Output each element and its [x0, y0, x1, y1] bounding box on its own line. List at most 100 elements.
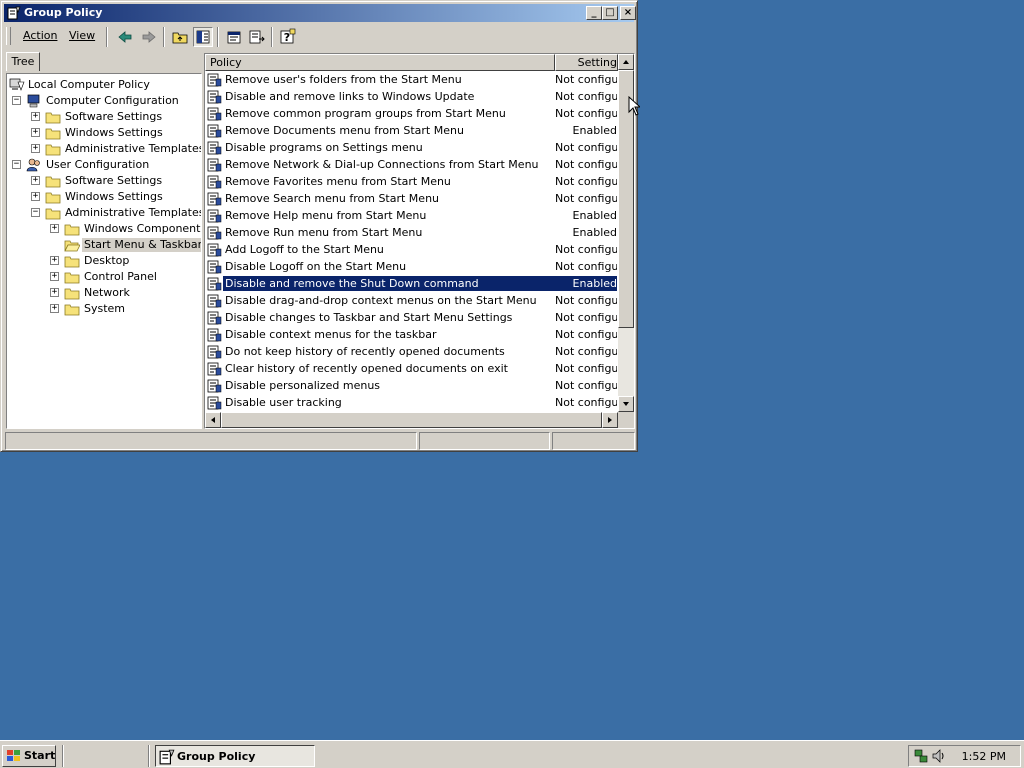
horizontal-scroll-thumb[interactable] [221, 412, 602, 428]
menu-action[interactable]: Action [23, 29, 57, 42]
expand-toggle[interactable]: + [31, 176, 40, 185]
policy-row[interactable]: Disable user tracking Not configured [205, 394, 618, 411]
expand-toggle[interactable]: + [50, 272, 59, 281]
tree-pane: Tree Local Computer Policy − Computer Co… [6, 51, 202, 431]
policy-setting: Not configured [555, 158, 617, 171]
policy-row[interactable]: Disable drag-and-drop context menus on t… [205, 292, 618, 309]
policy-setting-icon [207, 328, 222, 342]
folder-icon [64, 288, 80, 300]
policy-name: Disable user tracking [225, 396, 342, 409]
policy-setting-icon [207, 294, 222, 308]
folder-icon [45, 144, 61, 156]
policy-row[interactable]: Disable Logoff on the Start Menu Not conf… [205, 258, 618, 275]
menu-view-label: View [69, 29, 96, 42]
expand-toggle[interactable]: + [31, 112, 40, 121]
policy-row[interactable]: Clear history of recently opened documen… [205, 360, 618, 377]
expand-toggle[interactable]: + [31, 128, 40, 137]
expand-toggle[interactable]: + [50, 288, 59, 297]
scroll-right-button[interactable] [602, 412, 618, 428]
folder-icon [64, 224, 80, 236]
policy-name: Remove Search menu from Start Menu [225, 192, 440, 205]
windows-logo-icon [7, 750, 20, 761]
policy-row[interactable]: Disable programs on Settings menu Not con… [205, 139, 618, 156]
tab-tree[interactable]: Tree [6, 52, 40, 71]
scroll-down-button[interactable] [618, 396, 634, 412]
policy-row[interactable]: Do not keep history of recently opened d… [205, 343, 618, 360]
policy-setting-icon [207, 209, 222, 223]
volume-icon[interactable] [931, 748, 947, 764]
taskbar-button-group-policy[interactable]: Group Policy [155, 745, 315, 767]
expand-toggle[interactable]: + [31, 144, 40, 153]
menu-grip [6, 27, 11, 45]
status-panel [419, 432, 550, 450]
maximize-button[interactable]: □ [602, 6, 618, 20]
taskbar-separator [148, 745, 150, 767]
collapse-toggle[interactable]: − [12, 160, 21, 169]
policy-row[interactable]: Remove Favorites menu from Start Menu Not… [205, 173, 618, 190]
policy-setting-icon [207, 90, 222, 104]
policy-row[interactable]: Disable changes to Taskbar and Start Men… [205, 309, 618, 326]
policy-name: Clear history of recently opened documen… [225, 362, 508, 375]
policy-row[interactable]: Remove common program groups from Start … [205, 105, 618, 122]
network-icon[interactable] [913, 748, 929, 764]
expand-toggle[interactable]: + [31, 192, 40, 201]
expand-toggle[interactable]: + [50, 224, 59, 233]
policy-row[interactable]: Remove Network & Dial-up Connections fro… [205, 156, 618, 173]
arrow-right-icon [608, 417, 612, 423]
tree-view[interactable]: Local Computer Policy − Computer Configu… [6, 73, 202, 429]
back-arrow-icon[interactable] [115, 27, 135, 47]
menu-view[interactable]: View [69, 29, 95, 42]
policy-setting: Not configured [555, 192, 617, 205]
properties-icon[interactable] [224, 27, 244, 47]
folder-icon [45, 192, 61, 204]
policy-row[interactable]: Disable personalized menus Not configured [205, 377, 618, 394]
toolbar-separator [271, 27, 273, 47]
tree-label: Software Settings [65, 110, 163, 123]
export-list-icon[interactable] [247, 27, 267, 47]
scroll-left-button[interactable] [205, 412, 221, 428]
policy-row[interactable]: Remove Documents menu from Start Menu Ena… [205, 122, 618, 139]
help-icon[interactable]: ? [278, 27, 298, 47]
policy-setting-icon [207, 107, 222, 121]
policy-row[interactable]: Remove user's folders from the Start Men… [205, 71, 618, 88]
policy-name: Disable changes to Taskbar and Start Men… [225, 311, 513, 324]
policy-row[interactable]: Remove Run menu from Start Menu Enabled [205, 224, 618, 241]
forward-arrow-icon[interactable] [139, 27, 159, 47]
policy-name: Remove Help menu from Start Menu [225, 209, 427, 222]
policy-row[interactable]: Disable and remove the Shut Down command… [205, 275, 618, 292]
policy-row[interactable]: Add Logoff to the Start Menu Not configur… [205, 241, 618, 258]
collapse-toggle[interactable]: − [31, 208, 40, 217]
policy-name: Disable and remove the Shut Down command [223, 276, 556, 291]
horizontal-scrollbar[interactable] [205, 412, 618, 428]
collapse-toggle[interactable]: − [12, 96, 21, 105]
title-bar[interactable]: Group Policy _ □ × [4, 4, 636, 22]
tree-label: Administrative Templates [65, 142, 202, 155]
policy-setting: Not configured [555, 90, 617, 103]
policy-setting-icon [207, 158, 222, 172]
close-button[interactable]: × [620, 6, 636, 20]
policy-setting-icon [207, 175, 222, 189]
expand-toggle[interactable]: + [50, 304, 59, 313]
policy-name: Remove Favorites menu from Start Menu [225, 175, 451, 188]
policy-setting: Not configured [555, 311, 617, 324]
policy-row[interactable]: Remove Help menu from Start Menu Enabled [205, 207, 618, 224]
up-one-level-icon[interactable] [170, 27, 190, 47]
policy-row[interactable]: Disable context menus for the taskbar Not… [205, 326, 618, 343]
computer-icon [27, 94, 40, 108]
policy-setting-icon [207, 277, 222, 291]
clock[interactable]: 1:52 PM [962, 750, 1006, 763]
minimize-button[interactable]: _ [586, 6, 602, 20]
start-button[interactable]: Start [2, 745, 56, 767]
scroll-up-button[interactable] [618, 54, 634, 70]
policy-row[interactable]: Disable and remove links to Windows Upda… [205, 88, 618, 105]
column-header-setting[interactable]: Setting [555, 54, 618, 71]
show-hide-tree-icon[interactable] [193, 27, 213, 47]
column-header-policy[interactable]: Policy [205, 54, 555, 71]
policy-row[interactable]: Remove Search menu from Start Menu Not co… [205, 190, 618, 207]
policy-name: Disable and remove links to Windows Upda… [225, 90, 475, 103]
policy-list-view[interactable]: Policy Setting Remove user's folders fro… [204, 53, 635, 429]
policy-name: Disable Logoff on the Start Menu [225, 260, 407, 273]
tree-label: System [84, 302, 126, 315]
expand-toggle[interactable]: + [50, 256, 59, 265]
policy-setting: Not configured [555, 345, 617, 358]
